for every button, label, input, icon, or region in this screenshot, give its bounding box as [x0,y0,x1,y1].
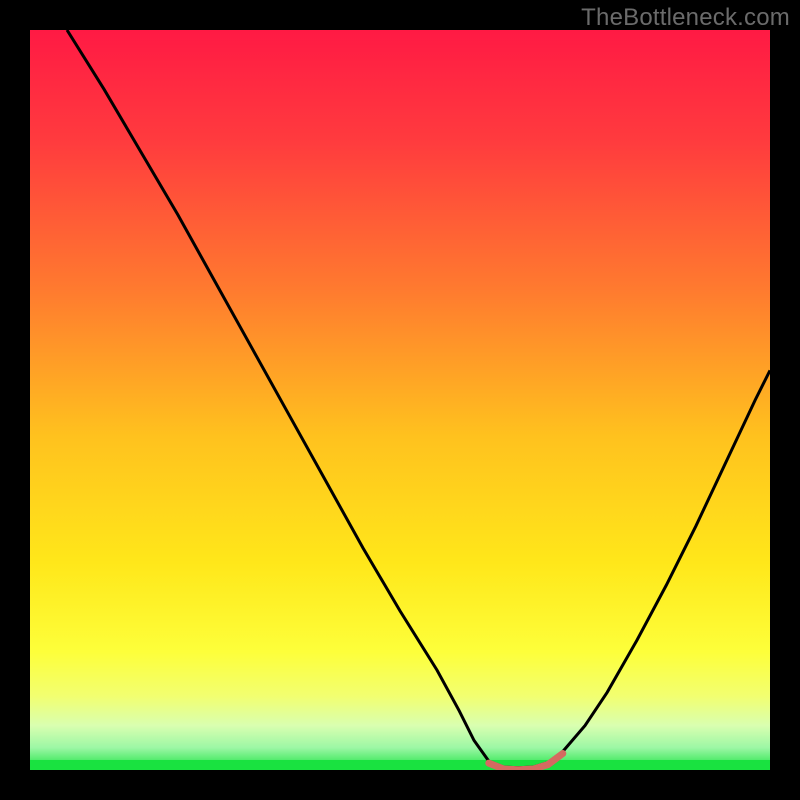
green-baseline-band [30,760,770,770]
plot-area [30,30,770,770]
watermark-text: TheBottleneck.com [581,4,790,32]
background-gradient [30,30,770,770]
bottleneck-chart [30,30,770,770]
chart-frame: TheBottleneck.com [0,0,800,800]
